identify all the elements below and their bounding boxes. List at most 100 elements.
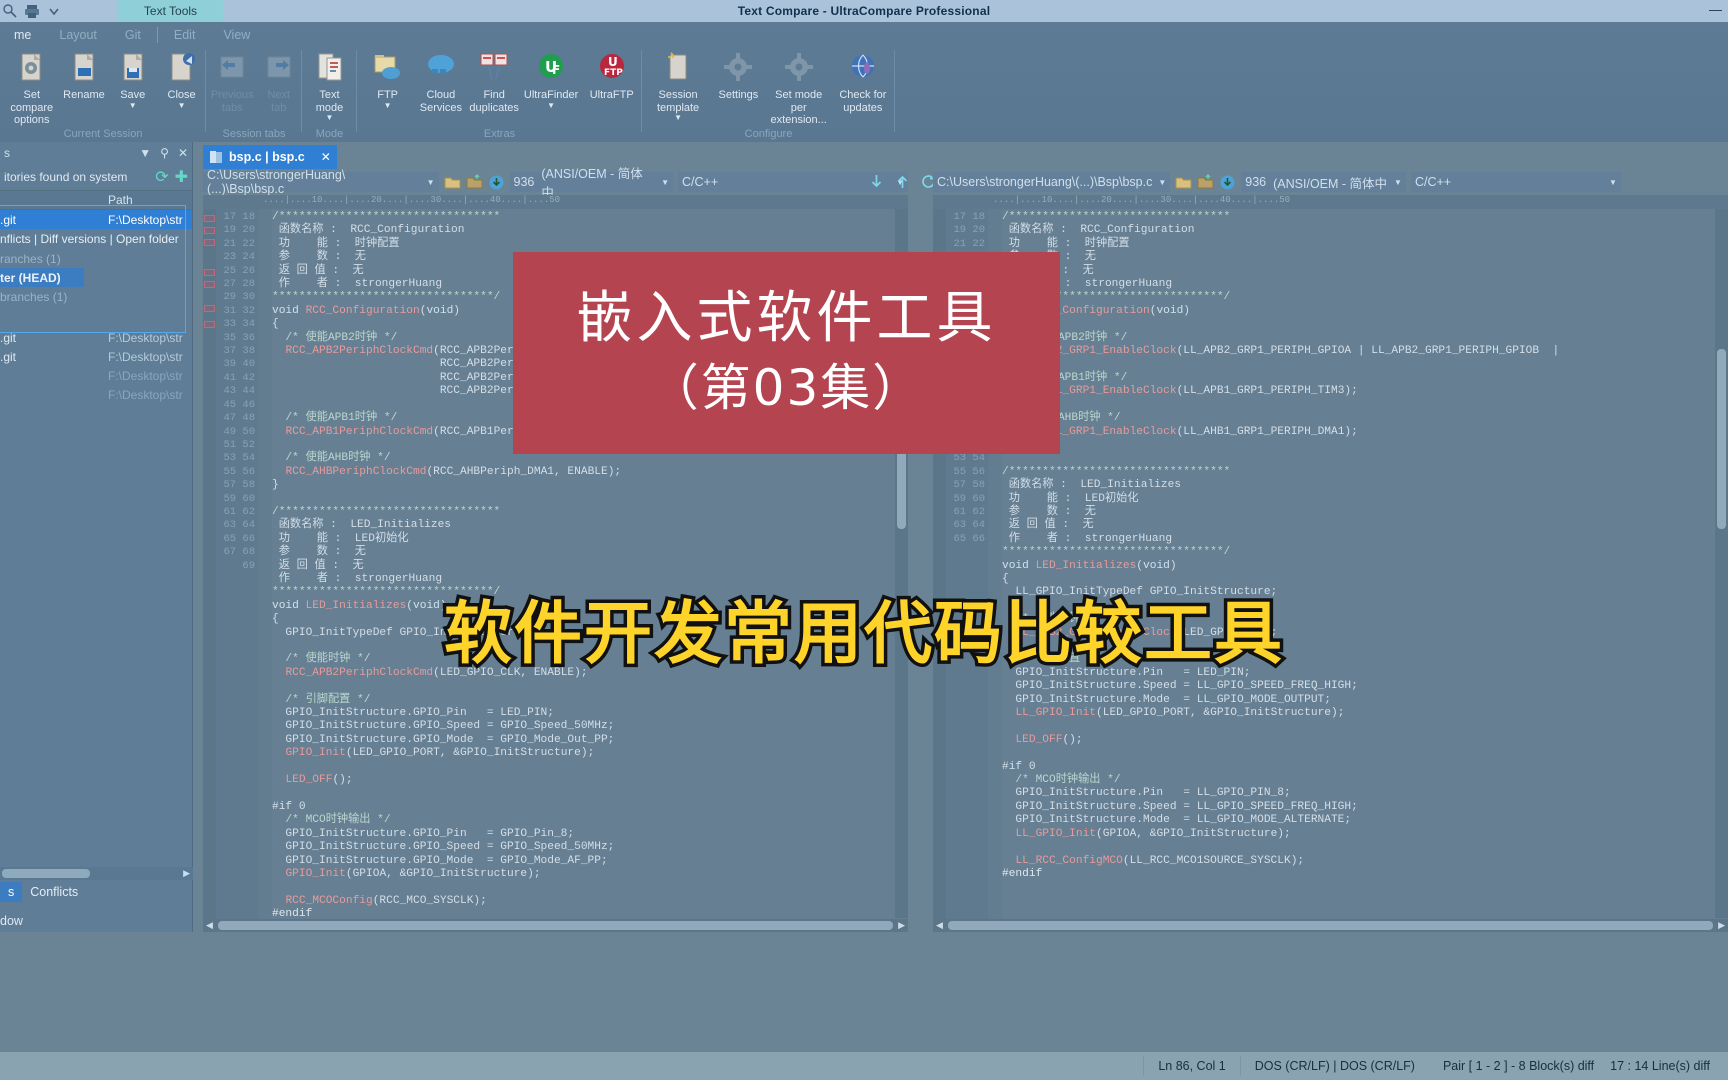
next-tab-button[interactable]: Next tab xyxy=(256,46,303,114)
right-ruler: ....|....10....|....20....|....30....|..… xyxy=(933,195,1728,209)
tab-conflicts[interactable]: Conflicts xyxy=(22,882,86,902)
reload-icon[interactable] xyxy=(488,174,505,191)
right-file-path-combo[interactable]: C:\Users\strongerHuang\(...)\Bsp\bsp.c ▼ xyxy=(933,172,1171,192)
scroll-right-arrow-icon[interactable]: ▶ xyxy=(895,920,908,931)
chevron-down-icon[interactable]: ▼ xyxy=(1609,178,1617,187)
list-item[interactable]: branches (1) xyxy=(0,287,192,306)
session-template-button[interactable]: Session template ▼ xyxy=(646,46,710,122)
chevron-down-icon[interactable]: ▼ xyxy=(1158,178,1166,187)
ultrafinder-button[interactable]: UF UltraFinder ▼ xyxy=(521,46,582,110)
set-mode-per-extension-button[interactable]: Set mode per extension... xyxy=(767,46,831,127)
left-fold-margin[interactable] xyxy=(258,209,272,932)
ribbon-tab-home[interactable]: me xyxy=(0,25,45,46)
save-as-icon[interactable] xyxy=(1197,173,1214,191)
open-folder-icon[interactable] xyxy=(1175,174,1192,191)
find-duplicates-button[interactable]: Find duplicates xyxy=(468,46,521,114)
minimize-button[interactable]: — xyxy=(1709,2,1722,17)
ftp-button[interactable]: FTP ▼ xyxy=(361,46,414,110)
left-hscrollbar[interactable]: ◀ ▶ xyxy=(203,919,908,932)
scroll-left-arrow-icon[interactable]: ◀ xyxy=(203,920,216,931)
overlay-title-line1: 嵌入式软件工具 xyxy=(576,286,997,351)
ribbon-group-current-session: Set compare options Rename Save ▼ Close … xyxy=(0,46,206,142)
text-mode-caret-icon[interactable]: ▼ xyxy=(326,114,334,122)
ribbon-tab-git[interactable]: Git xyxy=(111,25,155,46)
status-bar: Ln 86, Col 1 DOS (CR/LF) | DOS (CR/LF) P… xyxy=(0,1052,1728,1080)
chevron-down-icon[interactable]: ▼ xyxy=(661,178,669,187)
ribbon-tab-layout[interactable]: Layout xyxy=(45,25,111,46)
close-icon[interactable]: ✕ xyxy=(178,146,188,160)
ultrafinder-caret-icon[interactable]: ▼ xyxy=(547,101,555,110)
ribbon-group-extras: FTP ▼ Cloud Services Find duplicates U F… xyxy=(357,46,642,142)
scroll-thumb[interactable] xyxy=(217,921,894,930)
close-caret-icon[interactable]: ▼ xyxy=(178,101,186,110)
close-icon[interactable]: ✕ xyxy=(321,150,331,164)
scroll-thumb[interactable] xyxy=(947,921,1714,930)
chevron-down-icon[interactable]: ▼ xyxy=(1394,178,1402,187)
window-menu-text: dow xyxy=(0,914,23,928)
check-for-updates-button[interactable]: Check for updates xyxy=(831,46,895,114)
right-code-text[interactable]: /********************************* 函数名称 … xyxy=(1002,209,1728,932)
open-folder-icon[interactable] xyxy=(444,174,461,191)
scroll-right-arrow-icon[interactable]: ▶ xyxy=(183,868,190,879)
text-mode-button[interactable]: Text mode ▼ xyxy=(302,46,357,122)
git-row-actions[interactable]: nflicts | Diff versions | Open folder xyxy=(0,229,192,249)
ftp-label: FTP xyxy=(377,89,399,101)
left-change-markers[interactable] xyxy=(203,209,216,932)
up-arrow-icon[interactable] xyxy=(894,173,911,195)
scroll-thumb[interactable] xyxy=(1717,349,1726,529)
rename-button[interactable]: Rename xyxy=(60,46,109,102)
chevron-down-icon[interactable]: ▼ xyxy=(427,178,435,187)
reload-icon[interactable] xyxy=(1219,174,1236,191)
table-row[interactable]: .git F:\Desktop\str xyxy=(0,347,192,366)
chevron-down-icon[interactable]: ▼ xyxy=(139,146,151,160)
save-caret-icon[interactable]: ▼ xyxy=(129,101,137,110)
ultraftp-button[interactable]: U FTP UltraFTP xyxy=(581,46,642,102)
pin-icon[interactable]: ⚲ xyxy=(160,146,169,160)
text-mode-icon xyxy=(313,51,347,85)
right-vscrollbar[interactable] xyxy=(1715,209,1728,918)
save-as-icon[interactable] xyxy=(466,173,483,191)
table-row[interactable]: .git F:\Desktop\str xyxy=(0,328,192,347)
check-for-updates-label: Check for updates xyxy=(839,89,887,114)
list-item[interactable]: ter (HEAD) xyxy=(0,268,84,287)
close-button[interactable]: Close ▼ xyxy=(157,46,206,110)
cloud-services-button[interactable]: Cloud Services xyxy=(414,46,467,114)
ftp-caret-icon[interactable]: ▼ xyxy=(384,101,392,110)
git-panel-hscrollbar[interactable]: ▶ xyxy=(0,867,193,880)
refresh-icon[interactable]: ⟳ xyxy=(155,167,168,187)
scroll-right-arrow-icon[interactable]: ▶ xyxy=(1715,920,1728,931)
repo-path: F:\Desktop\str xyxy=(108,368,183,383)
save-button[interactable]: Save ▼ xyxy=(108,46,157,110)
group-separator xyxy=(894,50,895,132)
window-title-text: Text Compare - UltraCompare Professional xyxy=(737,4,991,18)
add-icon[interactable]: ✚ xyxy=(175,167,188,187)
table-row[interactable]: F:\Desktop\str xyxy=(0,385,192,404)
right-file-path: C:\Users\strongerHuang\(...)\Bsp\bsp.c xyxy=(937,175,1153,189)
cloud-services-icon xyxy=(424,51,458,85)
set-compare-options-button[interactable]: Set compare options xyxy=(4,46,60,127)
ribbon-tab-edit[interactable]: Edit xyxy=(160,25,210,46)
list-item[interactable]: ranches (1) xyxy=(0,249,192,268)
down-arrow-icon[interactable] xyxy=(868,173,885,195)
status-cursor-position-label: Ln 86, Col 1 xyxy=(1158,1059,1226,1073)
right-language-combo[interactable]: C/C++ ▼ xyxy=(1410,172,1621,192)
session-template-caret-icon[interactable]: ▼ xyxy=(674,114,682,122)
left-file-path-combo[interactable]: C:\Users\strongerHuang\(...)\Bsp\bsp.c ▼ xyxy=(203,168,439,196)
previous-tabs-button[interactable]: Previous tabs xyxy=(209,46,256,114)
table-row[interactable]: .git F:\Desktop\str xyxy=(0,210,192,229)
left-encoding-combo[interactable]: 936 (ANSI/OEM - 简体中 ▼ xyxy=(509,167,673,200)
previous-tab-icon xyxy=(215,51,249,85)
status-diff-summary-label: Pair [ 1 - 2 ] - 8 Block(s) diff xyxy=(1442,1059,1595,1073)
tab-repositories[interactable]: s xyxy=(0,882,23,902)
window-menu-label[interactable]: dow xyxy=(0,914,23,928)
table-row[interactable]: F:\Desktop\str xyxy=(0,366,192,385)
session-tab-bspc[interactable]: bsp.c | bsp.c ✕ xyxy=(203,145,337,169)
right-hscrollbar[interactable]: ◀ ▶ xyxy=(933,919,1728,932)
ribbon-tab-view[interactable]: View xyxy=(209,25,264,46)
git-panel-header: s ▼ ⚲ ✕ xyxy=(0,142,192,164)
scroll-left-arrow-icon[interactable]: ◀ xyxy=(933,920,946,931)
settings-button[interactable]: Settings xyxy=(710,46,766,102)
scroll-thumb[interactable] xyxy=(2,869,90,878)
group-label-mode: Mode xyxy=(315,128,344,140)
right-encoding-combo[interactable]: 936 (ANSI/OEM - 简体中 ▼ xyxy=(1241,172,1406,192)
